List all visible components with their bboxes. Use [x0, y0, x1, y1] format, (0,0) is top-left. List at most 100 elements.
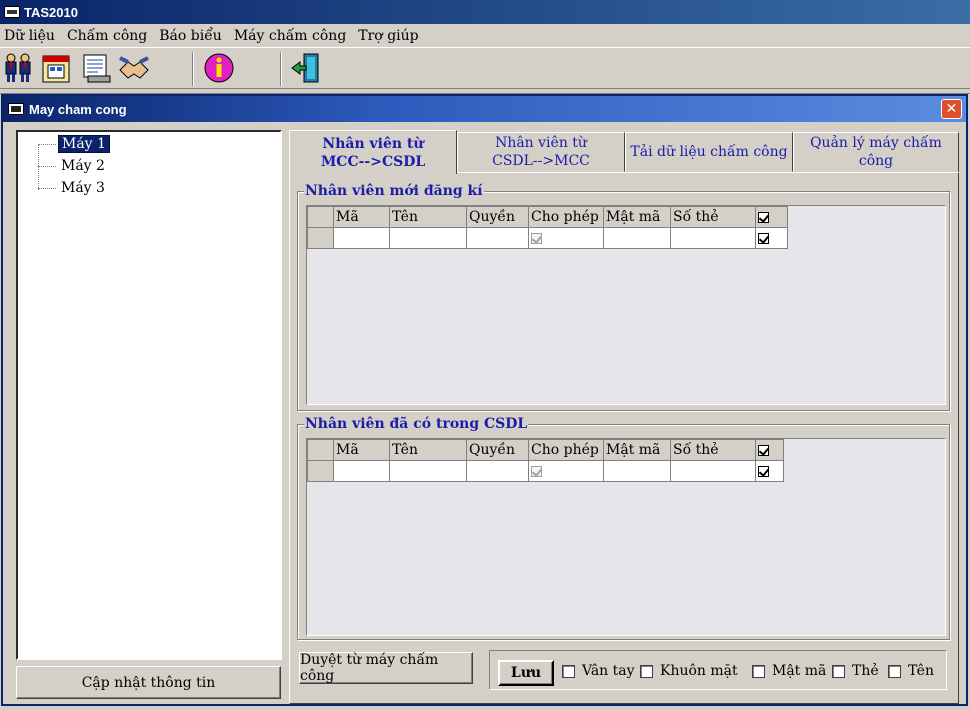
col-header-select[interactable]: [755, 206, 788, 228]
existing-employees-title: Nhân viên đã có trong CSDL: [304, 416, 529, 432]
row-select-checkbox[interactable]: [758, 232, 769, 244]
tab-mcc-to-csdl[interactable]: Nhân viên từ MCC-->CSDL: [289, 130, 457, 174]
tree-item-label: Máy 1: [58, 135, 110, 153]
tree-item-may-2[interactable]: Máy 2: [38, 156, 108, 176]
menu-bao-bieu[interactable]: Báo biểu: [155, 28, 230, 44]
menu-may-cham-cong[interactable]: Máy chấm công: [230, 28, 354, 44]
option-mat-ma[interactable]: Mật mã: [752, 663, 826, 679]
handshake-icon[interactable]: [118, 52, 150, 84]
calendar-icon[interactable]: [40, 52, 72, 84]
van-tay-checkbox[interactable]: [562, 664, 575, 678]
machine-tree[interactable]: Máy 1 Máy 2 Máy 3: [16, 130, 282, 660]
window-icon: [8, 103, 24, 115]
tab-csdl-to-mcc[interactable]: Nhân viên từ CSDL-->MCC: [457, 132, 625, 172]
browse-machine-button[interactable]: Duyệt từ máy chấm công: [299, 652, 473, 684]
tab-label-line2: CSDL-->MCC: [492, 153, 590, 169]
grid-header-row: Mã Tên Quyền Cho phép Mật mã Số thẻ: [307, 439, 784, 461]
menu-du-lieu[interactable]: Dữ liệu: [0, 28, 63, 44]
tab-label-line1: Nhân viên từ: [322, 135, 424, 152]
window-title: May cham cong: [29, 101, 127, 117]
exit-icon[interactable]: [290, 52, 322, 84]
toolbar-separator: [280, 52, 282, 86]
col-header-quyen[interactable]: Quyền: [466, 439, 529, 461]
cell-select[interactable]: [755, 460, 784, 482]
cell-ten[interactable]: [389, 227, 467, 249]
col-header-select[interactable]: [755, 439, 784, 461]
cell-quyen[interactable]: [466, 227, 529, 249]
tab-label: Tải dữ liệu chấm công: [630, 144, 788, 160]
col-header-ten[interactable]: Tên: [389, 206, 467, 228]
app-icon: [4, 6, 20, 18]
the-checkbox[interactable]: [832, 664, 845, 678]
col-header-quyen[interactable]: Quyền: [466, 206, 529, 228]
tree-item-may-1[interactable]: Máy 1: [38, 134, 110, 154]
ten-checkbox[interactable]: [888, 664, 901, 678]
option-van-tay[interactable]: Vân tay: [562, 663, 635, 679]
grid-header-row: Mã Tên Quyền Cho phép Mật mã Số thẻ: [307, 206, 788, 228]
tab-panel: Nhân viên mới đăng kí Mã Tên Quyền Cho p…: [289, 172, 959, 704]
khuon-mat-checkbox[interactable]: [640, 664, 653, 678]
cell-mat-ma[interactable]: [603, 460, 671, 482]
tree-item-may-3[interactable]: Máy 3: [38, 178, 108, 198]
option-label: Thẻ: [852, 663, 879, 679]
window-title-bar: May cham cong ✕: [3, 96, 966, 122]
cell-mat-ma[interactable]: [603, 227, 671, 249]
tree-branch: [38, 143, 56, 145]
cell-so-the[interactable]: [670, 227, 756, 249]
tab-strip: Nhân viên từ MCC-->CSDL Nhân viên từ CSDL-…: [289, 130, 959, 174]
close-button[interactable]: ✕: [941, 99, 962, 119]
existing-employees-grid[interactable]: Mã Tên Quyền Cho phép Mật mã Số thẻ: [306, 438, 946, 636]
tree-branch: [38, 187, 56, 189]
option-khuon-mat[interactable]: Khuôn mặt: [640, 663, 738, 679]
employees-icon[interactable]: [2, 52, 34, 84]
cell-so-the[interactable]: [670, 460, 756, 482]
tree-item-label: Máy 3: [61, 180, 105, 196]
col-header-ten[interactable]: Tên: [389, 439, 467, 461]
info-icon[interactable]: [203, 52, 235, 84]
col-header-so-the[interactable]: Số thẻ: [670, 206, 756, 228]
save-button[interactable]: Lưu: [498, 660, 554, 686]
cell-select[interactable]: [755, 227, 788, 249]
cell-cho-phep: [528, 460, 604, 482]
select-all-checkbox[interactable]: [758, 211, 769, 223]
option-ten[interactable]: Tên: [888, 663, 934, 679]
update-info-button[interactable]: Cập nhật thông tin: [16, 666, 281, 699]
tab-download-attendance[interactable]: Tải dữ liệu chấm công: [625, 132, 793, 172]
select-all-checkbox[interactable]: [758, 444, 769, 456]
col-header-ma[interactable]: Mã: [333, 206, 390, 228]
close-icon: ✕: [945, 101, 958, 117]
app-title: TAS2010: [24, 4, 78, 20]
options-panel: Lưu Vân tay Khuôn mặt Mật mã Thẻ Tên: [489, 650, 947, 690]
app-title-bar: TAS2010: [0, 0, 970, 24]
menu-tro-giup[interactable]: Trợ giúp: [354, 28, 426, 44]
new-employees-group: Nhân viên mới đăng kí Mã Tên Quyền Cho p…: [297, 183, 950, 411]
col-header-mat-ma[interactable]: Mật mã: [603, 206, 671, 228]
menu-cham-cong[interactable]: Chấm công: [63, 28, 155, 44]
table-row[interactable]: [307, 227, 788, 249]
tree-branch: [38, 165, 56, 167]
col-header-ma[interactable]: Mã: [333, 439, 390, 461]
mat-ma-checkbox[interactable]: [752, 664, 765, 678]
col-header-cho-phep[interactable]: Cho phép: [528, 439, 604, 461]
option-label: Vân tay: [582, 663, 635, 679]
tab-label-line1: Nhân viên từ: [495, 135, 587, 151]
new-employees-title: Nhân viên mới đăng kí: [304, 183, 484, 199]
col-header-mat-ma[interactable]: Mật mã: [603, 439, 671, 461]
row-select-checkbox[interactable]: [758, 465, 769, 477]
cell-quyen[interactable]: [466, 460, 529, 482]
cell-ten[interactable]: [389, 460, 467, 482]
report-icon[interactable]: [80, 52, 112, 84]
allow-checkbox: [531, 232, 542, 244]
option-the[interactable]: Thẻ: [832, 663, 879, 679]
new-employees-grid[interactable]: Mã Tên Quyền Cho phép Mật mã Số thẻ: [306, 205, 946, 405]
col-header-cho-phep[interactable]: Cho phép: [528, 206, 604, 228]
tab-manage-machines[interactable]: Quản lý máy chấm công: [793, 132, 959, 172]
row-header[interactable]: [307, 227, 334, 249]
col-header-so-the[interactable]: Số thẻ: [670, 439, 756, 461]
grid-corner: [307, 206, 334, 228]
toolbar-separator: [192, 52, 194, 86]
cell-ma[interactable]: [333, 460, 390, 482]
table-row[interactable]: [307, 460, 784, 482]
cell-ma[interactable]: [333, 227, 390, 249]
row-header[interactable]: [307, 460, 334, 482]
